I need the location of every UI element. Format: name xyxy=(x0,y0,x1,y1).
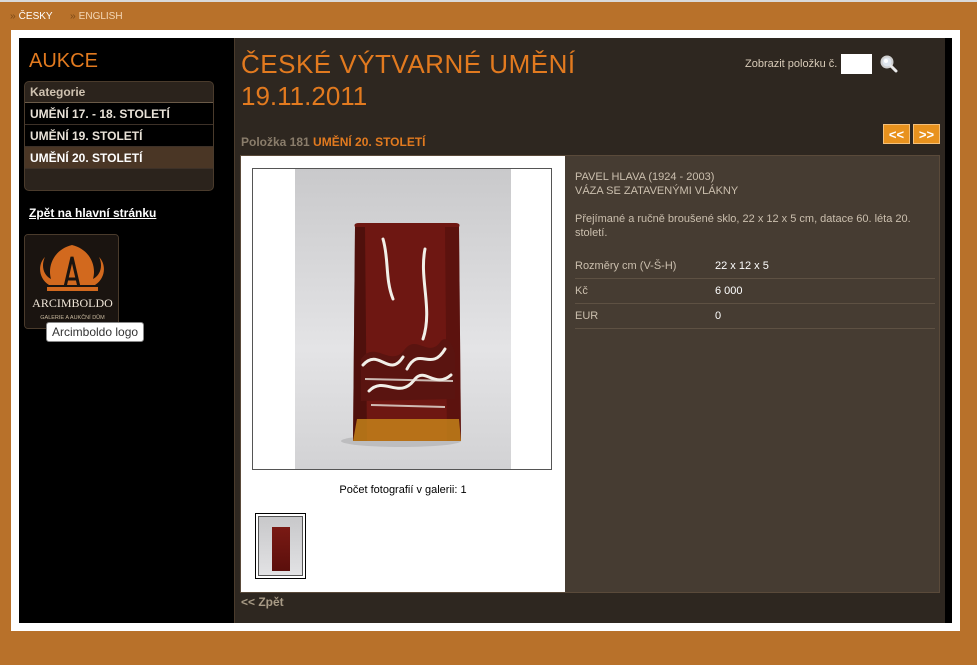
arcimboldo-logo[interactable]: ARCIMBOLDO GALERIE A AUKČNÍ DŮM xyxy=(24,234,119,329)
next-item-button[interactable]: >> xyxy=(913,124,940,144)
image-panel: Počet fotografií v galerii: 1 xyxy=(241,156,565,592)
lang-english-label: ENGLISH xyxy=(78,11,123,22)
item-number-input[interactable] xyxy=(841,54,873,74)
sidebar-title: AUKCE xyxy=(29,50,98,72)
category-box: Kategorie UMĚNÍ 17. - 18. STOLETÍ UMĚNÍ … xyxy=(24,81,214,191)
sidebar-item-art-20[interactable]: UMĚNÍ 20. STOLETÍ xyxy=(25,147,213,169)
back-link[interactable]: << Zpět xyxy=(241,595,284,609)
attribute-key: EUR xyxy=(575,310,599,322)
main-photo[interactable] xyxy=(252,168,552,470)
lang-english-link[interactable]: ›› ENGLISH xyxy=(70,11,123,22)
search-icon[interactable] xyxy=(879,54,899,74)
attribute-row: EUR 0 xyxy=(575,304,935,329)
lang-czech-link[interactable]: ›› ČESKY xyxy=(10,11,53,22)
auction-date: 19.11.2011 xyxy=(241,81,368,111)
main-panel: ČESKÉ VÝTVARNÉ UMĚNÍ 19.11.2011 Zobrazit… xyxy=(234,38,945,623)
sidebar-item-art-17-18[interactable]: UMĚNÍ 17. - 18. STOLETÍ xyxy=(25,103,213,125)
arrow-icon: ›› xyxy=(70,11,76,22)
category-heading: Kategorie xyxy=(25,82,213,103)
right-edge xyxy=(945,38,952,623)
item-description: Přejímané a ručně broušené sklo, 22 x 12… xyxy=(575,213,911,239)
attribute-row: Kč 6 000 xyxy=(575,279,935,304)
logo-graphic: ARCIMBOLDO GALERIE A AUKČNÍ DŮM xyxy=(25,235,118,328)
item-heading: Položka 181 UMĚNÍ 20. STOLETÍ xyxy=(241,135,426,149)
item-number: Položka 181 xyxy=(241,135,310,149)
logo-text: ARCIMBOLDO xyxy=(32,296,113,310)
sidebar: AUKCE Kategorie UMĚNÍ 17. - 18. STOLETÍ … xyxy=(19,38,234,623)
item-detail: Počet fotografií v galerii: 1 PAVEL HLAV… xyxy=(240,155,940,593)
vase-photo xyxy=(295,169,511,469)
language-bar: ›› ČESKY ›› ENGLISH xyxy=(0,0,977,30)
attribute-row: Rozměry cm (V-Š-H) 22 x 12 x 5 xyxy=(575,254,935,279)
item-search: Zobrazit položku č. xyxy=(745,54,899,74)
item-category: UMĚNÍ 20. STOLETÍ xyxy=(313,135,426,149)
gallery-count: Počet fotografií v galerii: 1 xyxy=(339,484,467,496)
sidebar-item-art-19[interactable]: UMĚNÍ 19. STOLETÍ xyxy=(25,125,213,147)
search-label: Zobrazit položku č. xyxy=(745,58,838,70)
thumbnail[interactable] xyxy=(255,513,306,579)
logo-subtext: GALERIE A AUKČNÍ DŮM xyxy=(40,314,105,321)
attribute-value: 0 xyxy=(715,310,722,322)
thumbnail-vase xyxy=(272,527,290,571)
back-to-home-link[interactable]: Zpět na hlavní stránku xyxy=(29,206,156,220)
attribute-value: 22 x 12 x 5 xyxy=(715,260,769,272)
attribute-key: Rozměry cm (V-Š-H) xyxy=(575,260,677,272)
item-info: PAVEL HLAVA (1924 - 2003) VÁZA SE ZATAVE… xyxy=(575,170,935,329)
artist-name: PAVEL HLAVA (1924 - 2003) xyxy=(575,171,715,183)
previous-item-button[interactable]: << xyxy=(883,124,910,144)
attribute-table: Rozměry cm (V-Š-H) 22 x 12 x 5 Kč 6 000 … xyxy=(575,254,935,329)
logo-tooltip: Arcimboldo logo xyxy=(46,322,145,342)
arrow-icon: ›› xyxy=(10,11,16,22)
attribute-value: 6 000 xyxy=(715,285,743,297)
page-inner: AUKCE Kategorie UMĚNÍ 17. - 18. STOLETÍ … xyxy=(19,38,952,623)
attribute-key: Kč xyxy=(575,285,588,297)
work-title: VÁZA SE ZATAVENÝMI VLÁKNY xyxy=(575,185,739,197)
auction-title: ČESKÉ VÝTVARNÉ UMĚNÍ xyxy=(241,49,576,79)
lang-czech-label: ČESKY xyxy=(18,11,53,22)
